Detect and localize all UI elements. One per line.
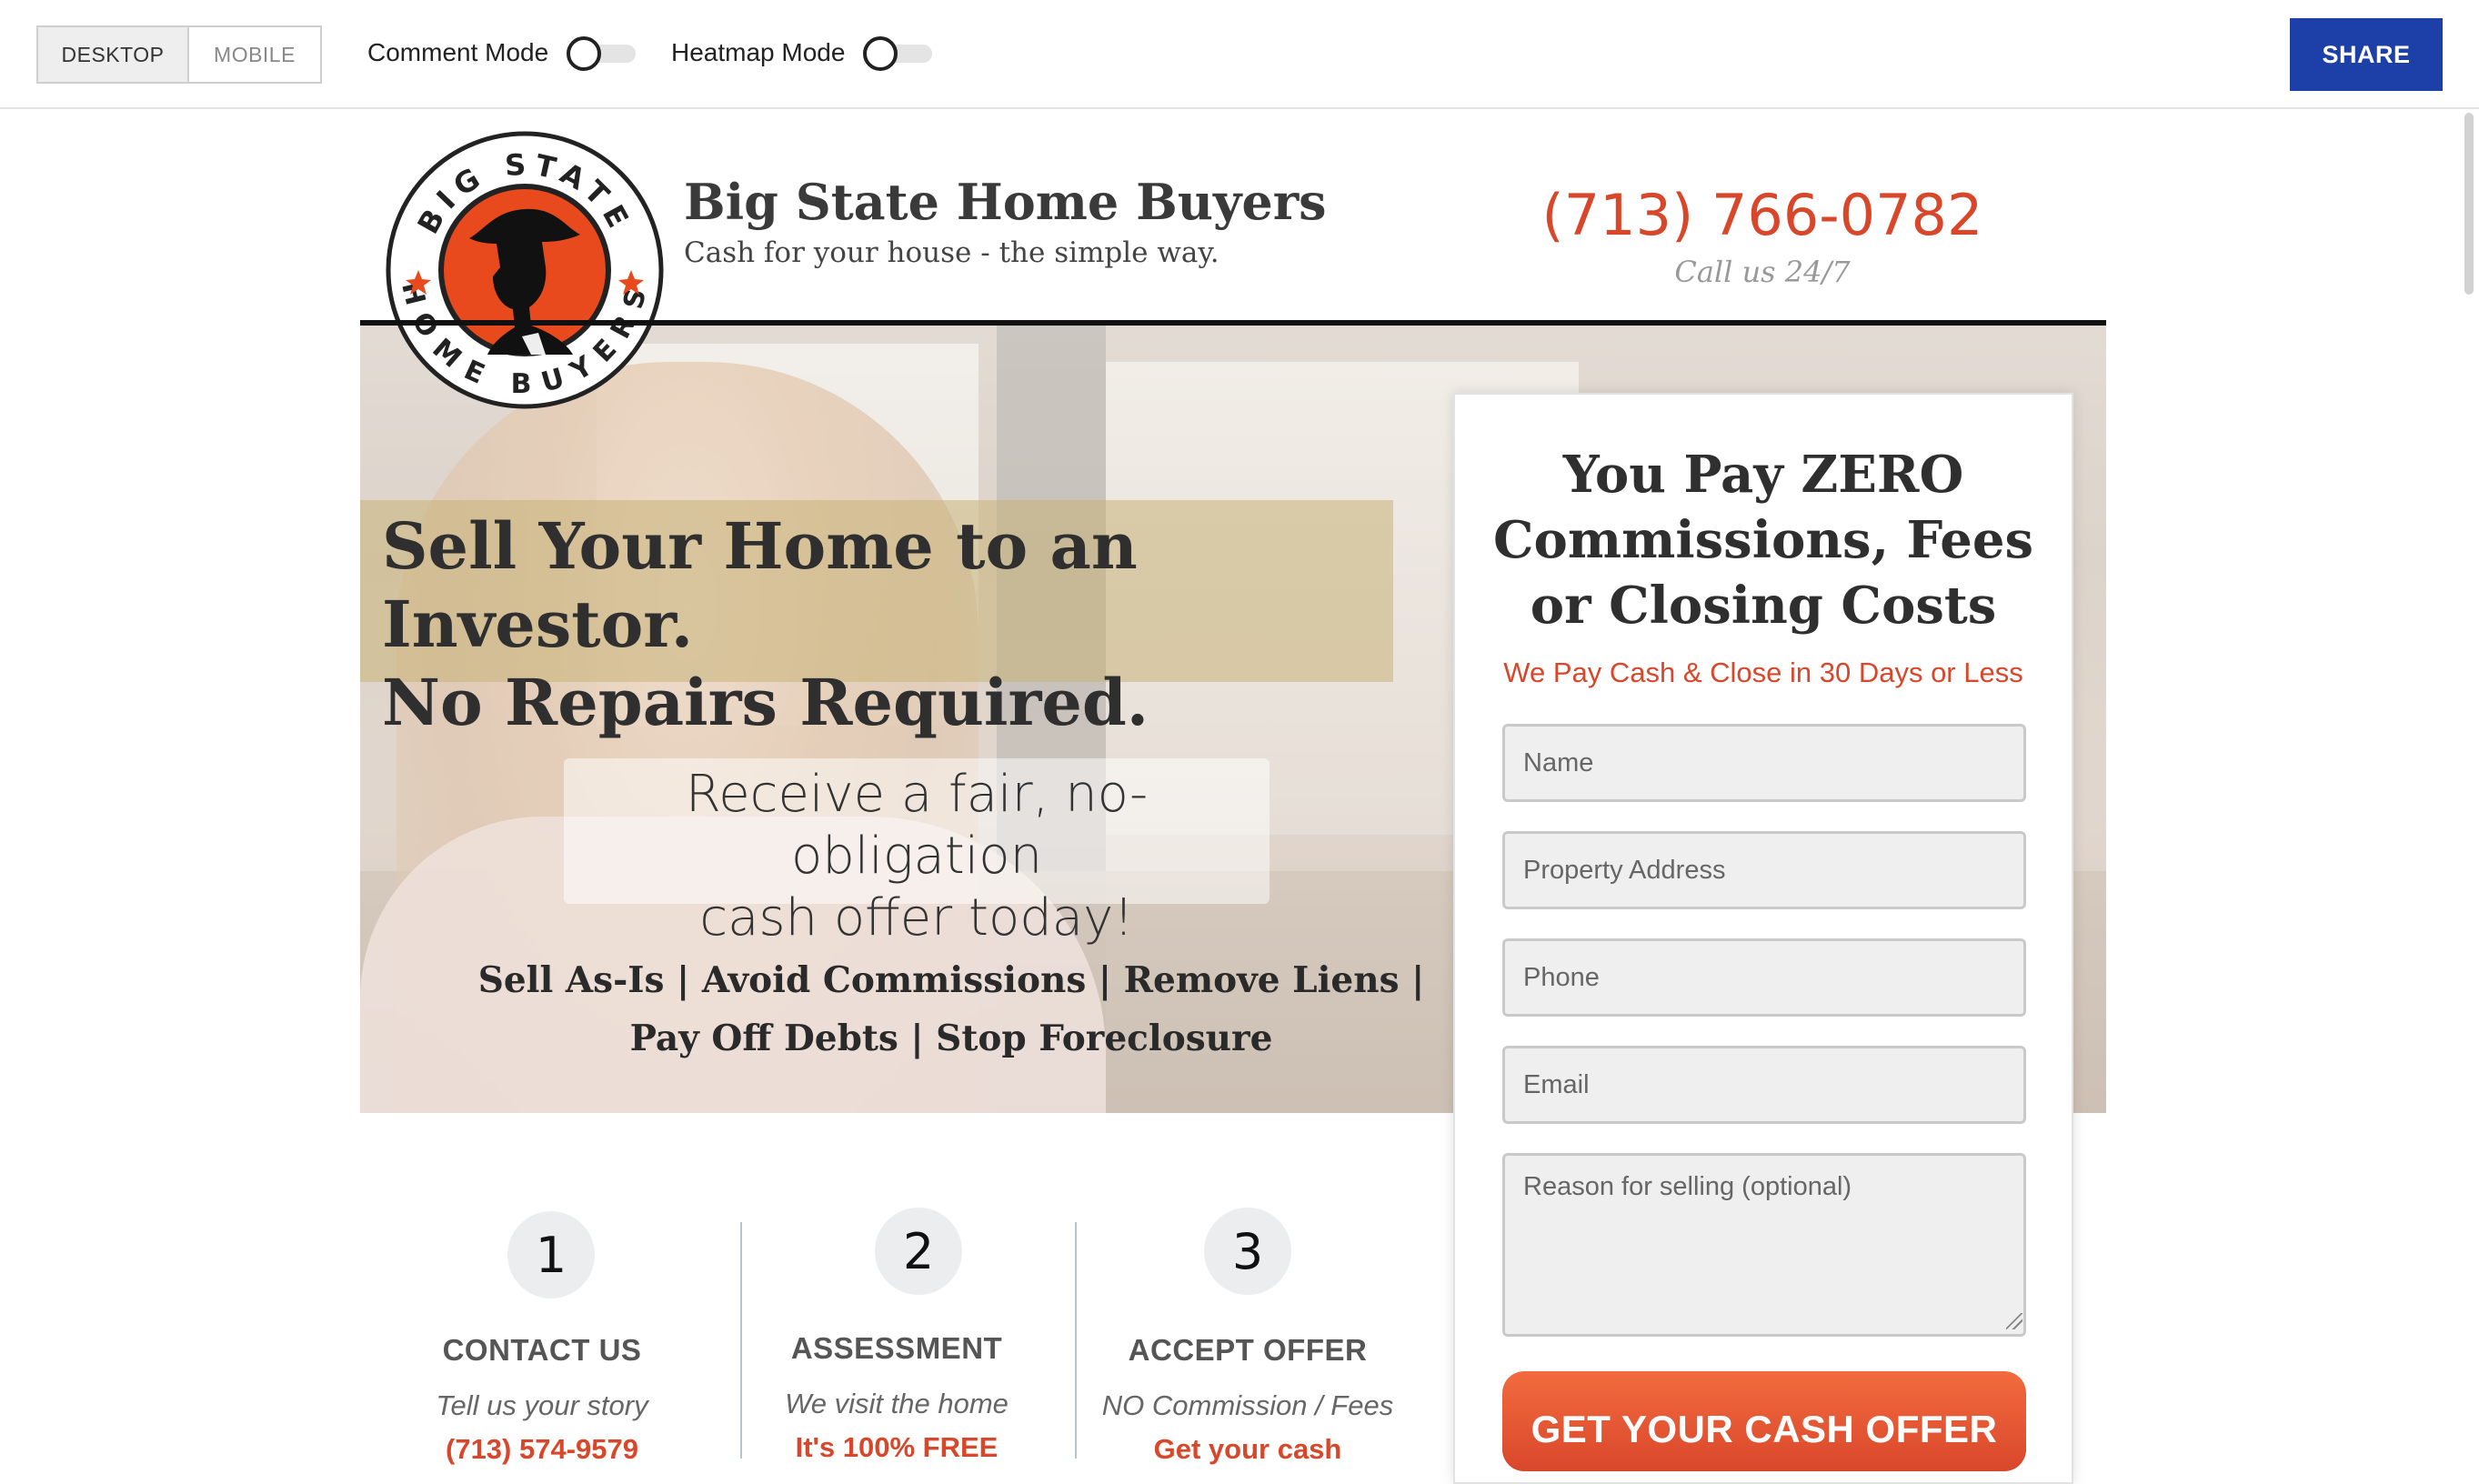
big-state-logo[interactable]: BIG STATE HOME BUYERS: [386, 131, 664, 409]
site-title: Big State Home Buyers: [684, 173, 1327, 231]
heatmap-mode-toggle[interactable]: [863, 35, 936, 71]
step-note: Get your cash: [1153, 1433, 1342, 1465]
offer-line: Receive a fair, no-obligation: [685, 765, 1149, 886]
desktop-view-button[interactable]: DESKTOP: [38, 27, 189, 82]
textarea-resize-handle[interactable]: [2006, 1313, 2022, 1329]
heatmap-mode-control: Heatmap Mode: [671, 35, 936, 71]
headline-line: Sell Your Home to an Investor.: [382, 508, 1138, 662]
step-title: ACCEPT OFFER: [1128, 1333, 1368, 1367]
name-field[interactable]: Name: [1502, 724, 2026, 802]
email-field[interactable]: Email: [1502, 1046, 2026, 1124]
page-scrollbar[interactable]: [2464, 113, 2474, 295]
header-phone-link[interactable]: (713) 766-0782: [1480, 182, 2044, 248]
step-number: 3: [1204, 1208, 1291, 1295]
step-description: NO Commission / Fees: [1101, 1389, 1394, 1421]
site-tagline: Cash for your house - the simple way.: [684, 236, 1219, 269]
comment-mode-control: Comment Mode: [367, 35, 639, 71]
hero-headline: Sell Your Home to an Investor. No Repair…: [382, 507, 1382, 742]
form-title-line: You Pay ZERO: [1562, 445, 1964, 505]
comment-mode-label: Comment Mode: [367, 38, 549, 66]
step-number: 1: [507, 1211, 595, 1298]
step-divider: [1075, 1222, 1077, 1459]
mobile-view-button[interactable]: MOBILE: [189, 27, 320, 82]
reason-textarea[interactable]: Reason for selling (optional): [1502, 1153, 2026, 1337]
step-description: Tell us your story: [436, 1389, 648, 1421]
step-title: CONTACT US: [442, 1333, 642, 1367]
step-note: It's 100% FREE: [795, 1431, 999, 1463]
form-subtitle: We Pay Cash & Close in 30 Days or Less: [1503, 657, 2023, 688]
view-switcher: DESKTOP MOBILE: [36, 25, 322, 84]
step-title: ASSESSMENT: [790, 1331, 1003, 1365]
toggle-knob: [863, 36, 898, 71]
step-number: 2: [875, 1208, 962, 1295]
benefits-line: Pay Off Debts | Stop Foreclosure: [629, 1018, 1273, 1059]
benefits-line: Sell As-Is | Avoid Commissions | Remove …: [477, 959, 1425, 1001]
step-phone-link[interactable]: (713) 574-9579: [378, 1433, 706, 1466]
form-title-line: Commissions, Fees: [1492, 510, 2034, 570]
offer-line: cash offer today!: [699, 888, 1134, 948]
headline-line: No Repairs Required.: [382, 665, 1149, 740]
form-title: You Pay ZERO Commissions, Fees or Closin…: [1453, 442, 2073, 638]
get-cash-offer-button[interactable]: GET YOUR CASH OFFER: [1502, 1371, 2026, 1471]
call-note: Call us 24/7: [1674, 255, 1851, 289]
comment-mode-toggle[interactable]: [567, 35, 639, 71]
heatmap-mode-label: Heatmap Mode: [671, 38, 846, 66]
step-description: We visit the home: [785, 1388, 1009, 1419]
property-address-field[interactable]: Property Address: [1502, 831, 2026, 909]
header-divider: [360, 320, 2106, 326]
share-button[interactable]: SHARE: [2290, 18, 2443, 91]
toggle-knob: [567, 36, 602, 71]
offer-text: Receive a fair, no-obligation cash offer…: [564, 764, 1270, 949]
phone-field[interactable]: Phone: [1502, 938, 2026, 1017]
benefits-list: Sell As-Is | Avoid Commissions | Remove …: [360, 951, 1542, 1068]
editor-toolbar: DESKTOP MOBILE Comment Mode Heatmap Mode…: [0, 0, 2479, 109]
form-title-line: or Closing Costs: [1530, 576, 1997, 636]
